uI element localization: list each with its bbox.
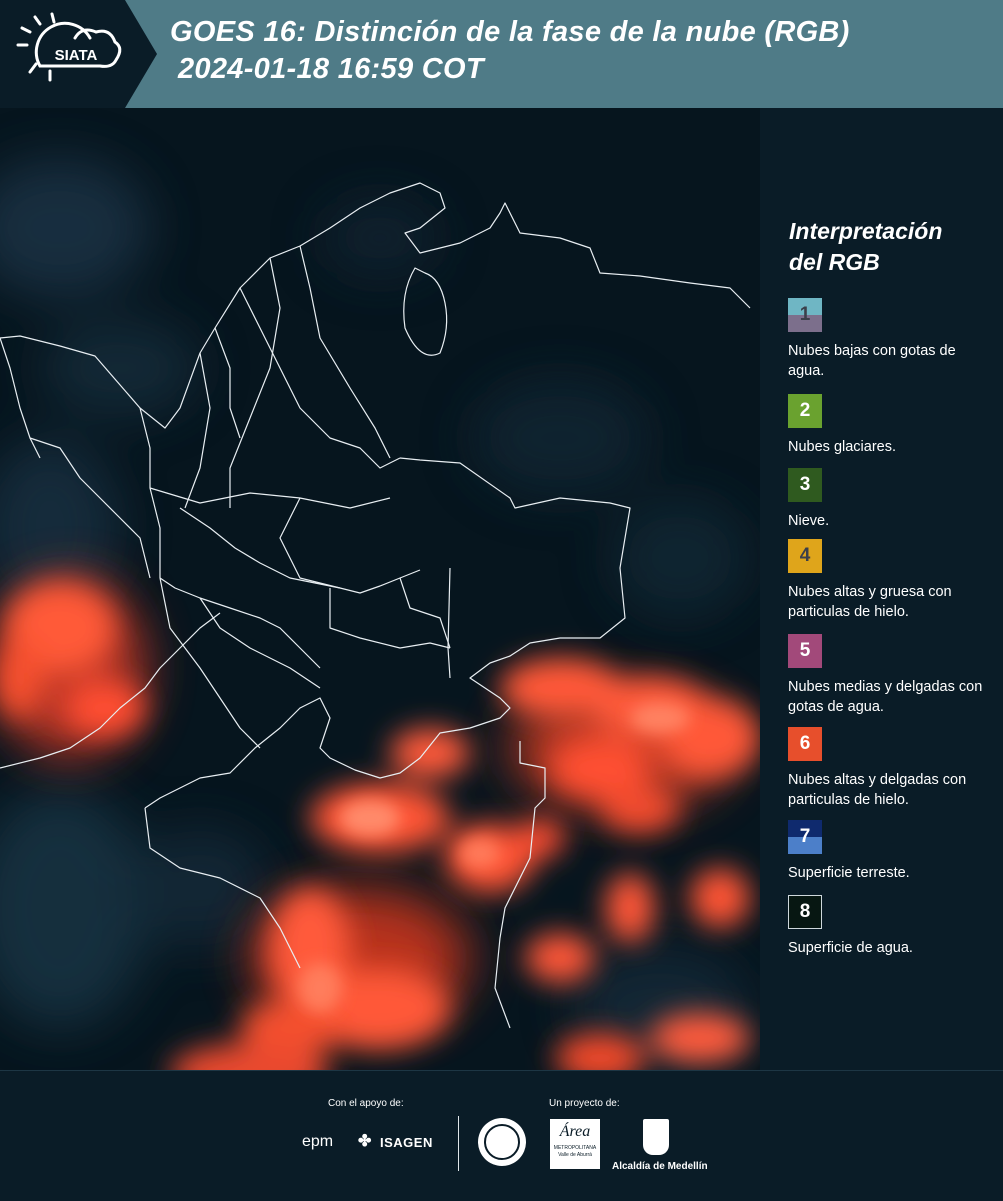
epm-logo: epm (302, 1133, 334, 1150)
legend-number-2: 2 (799, 400, 811, 421)
alcaldia-label: Alcaldía de Medellín (612, 1161, 708, 1172)
legend-swatch-5: 5 (788, 634, 822, 668)
legend-item-7: 7 Superficie terreste. (788, 820, 988, 883)
legend-label-6: Nubes altas y delgadas con particulas de… (788, 772, 967, 808)
legend-panel: Interpretación del RGB 1 Nubes bajas con… (760, 108, 1003, 1070)
legend-swatch-1: 1 (788, 298, 822, 332)
legend-number-8: 8 (799, 901, 811, 922)
isagen-logo: ISAGEN (380, 1135, 433, 1150)
legend-item-1: 1 Nubes bajas con gotas de agua. (788, 298, 988, 381)
legend-item-4: 4 Nubes altas y gruesa con particulas de… (788, 539, 988, 622)
area-metropolitana-logo: Área METROPOLITANA Valle de Aburrá (550, 1119, 600, 1169)
legend-title-line2: del RGB (789, 249, 880, 275)
legend-number-4: 4 (799, 545, 811, 566)
legend-number-7: 7 (799, 826, 811, 847)
legend-swatch-3: 3 (788, 468, 822, 502)
legend-item-5: 5 Nubes medias y delgadas con gotas de a… (788, 634, 988, 717)
medellin-shield-icon (643, 1119, 669, 1155)
legend-swatch-8: 8 (788, 895, 822, 929)
footer-divider (458, 1116, 459, 1171)
header-bar: SIATA GOES 16: Distinción de la fase de … (0, 0, 1003, 108)
legend-swatch-7: 7 (788, 820, 822, 854)
legend-number-5: 5 (799, 640, 811, 661)
legend-title: Interpretación del RGB (789, 216, 942, 278)
area-logo-text: Área (559, 1123, 591, 1140)
legend-number-3: 3 (799, 474, 811, 495)
project-label: Un proyecto de: (549, 1098, 620, 1109)
legend-item-6: 6 Nubes altas y delgadas con particulas … (788, 727, 988, 810)
legend-item-3: 3 Nieve. (788, 468, 988, 531)
legend-label-5: Nubes medias y delgadas con gotas de agu… (788, 679, 983, 715)
logo-text: SIATA (55, 47, 98, 64)
legend-title-line1: Interpretación (789, 218, 943, 244)
legend-item-8: 8 Superficie de agua. (788, 895, 988, 958)
isagen-icon: ✤ (358, 1133, 372, 1150)
legend-label-2: Nubes glaciares. (788, 439, 896, 455)
area-logo-sub2: Valle de Aburrá (558, 1152, 592, 1158)
legend-label-4: Nubes altas y gruesa con particulas de h… (788, 584, 952, 620)
legend-swatch-2: 2 (788, 394, 822, 428)
logo-block: SIATA (0, 0, 157, 108)
legend-label-1: Nubes bajas con gotas de agua. (788, 343, 956, 379)
area-logo-sub1: METROPOLITANA (553, 1145, 597, 1151)
support-label: Con el apoyo de: (328, 1098, 404, 1109)
legend-swatch-6: 6 (788, 727, 822, 761)
legend-label-8: Superficie de agua. (788, 940, 913, 956)
page-title: GOES 16: Distinción de la fase de la nub… (170, 14, 850, 88)
legend-label-3: Nieve. (788, 513, 830, 529)
legend-item-2: 2 Nubes glaciares. (788, 394, 988, 457)
legend-label-7: Superficie terreste. (788, 865, 910, 881)
legend-number-6: 6 (799, 733, 811, 754)
legend-number-1: 1 (799, 304, 811, 325)
title-line1: GOES 16: Distinción de la fase de la nub… (170, 16, 850, 48)
title-line2: 2024-01-18 16:59 COT (178, 53, 484, 85)
legend-swatch-4: 4 (788, 539, 822, 573)
satellite-map[interactable] (0, 108, 760, 1070)
footer: Con el apoyo de: Un proyecto de: epm ✤ I… (0, 1070, 1003, 1201)
university-seal-icon (478, 1118, 526, 1166)
